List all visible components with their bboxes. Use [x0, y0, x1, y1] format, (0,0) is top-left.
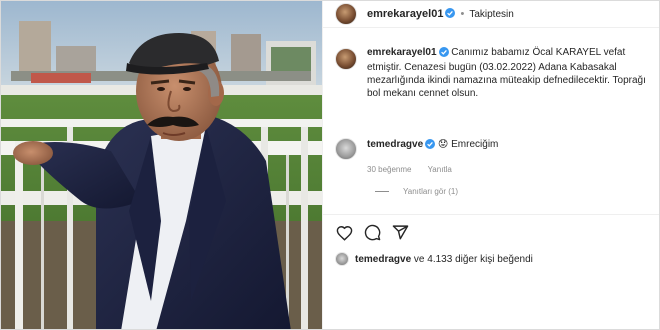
- comment-like-count[interactable]: 30 beğenme: [367, 165, 411, 174]
- commenter-verified-icon: [425, 139, 436, 154]
- likes-text: ve 4.133 diğer kişi beğendi: [413, 253, 533, 265]
- likes-summary[interactable]: temedragve ve 4.133 diğer kişi beğendi: [335, 252, 533, 266]
- commenter-avatar[interactable]: [335, 138, 357, 160]
- header-separator: •: [460, 8, 465, 20]
- comment-text: Emreciğim: [451, 139, 499, 150]
- replies-divider: [375, 191, 389, 192]
- comment-item: temedragve 😟 Emreciğim 30 beğenme Yanıtl…: [335, 138, 653, 177]
- comment-body: temedragve 😟 Emreciğim 30 beğenme Yanıtl…: [367, 138, 498, 177]
- author-avatar[interactable]: [335, 3, 357, 25]
- author-username[interactable]: emrekarayel01: [367, 8, 443, 20]
- comment-icon[interactable]: [363, 224, 381, 242]
- follow-status-button[interactable]: Takiptesin: [469, 9, 513, 20]
- view-replies-button[interactable]: Yanıtları gör (1): [375, 187, 458, 196]
- photo-illustration: [1, 1, 322, 329]
- post-details-panel: emrekarayel01 • Takiptesin emrekarayel01…: [322, 1, 659, 329]
- post-caption-block: emrekarayel01 Canımız babamız Öcal KARAY…: [335, 46, 653, 100]
- caption-verified-icon: [438, 47, 449, 61]
- commenter-username[interactable]: temedragve: [367, 139, 423, 150]
- post-action-bar: [323, 214, 659, 250]
- caption-username[interactable]: emrekarayel01: [367, 47, 437, 58]
- verified-badge-icon: [445, 5, 456, 23]
- view-replies-label: Yanıtları gör (1): [403, 187, 458, 196]
- worried-face-icon: 😟: [437, 139, 449, 150]
- post-photo[interactable]: [1, 1, 322, 329]
- share-icon[interactable]: [391, 224, 409, 242]
- comment-meta: 30 beğenme Yanıtla: [367, 163, 498, 177]
- liker-username[interactable]: temedragve: [355, 254, 411, 265]
- heart-icon[interactable]: [335, 224, 353, 242]
- post-caption: emrekarayel01 Canımız babamız Öcal KARAY…: [367, 46, 649, 100]
- caption-author-avatar[interactable]: [335, 48, 357, 70]
- liker-avatar: [335, 252, 349, 266]
- post-window: emrekarayel01 • Takiptesin emrekarayel01…: [0, 0, 660, 330]
- comment-reply-button[interactable]: Yanıtla: [428, 165, 452, 174]
- post-header: emrekarayel01 • Takiptesin: [323, 1, 659, 28]
